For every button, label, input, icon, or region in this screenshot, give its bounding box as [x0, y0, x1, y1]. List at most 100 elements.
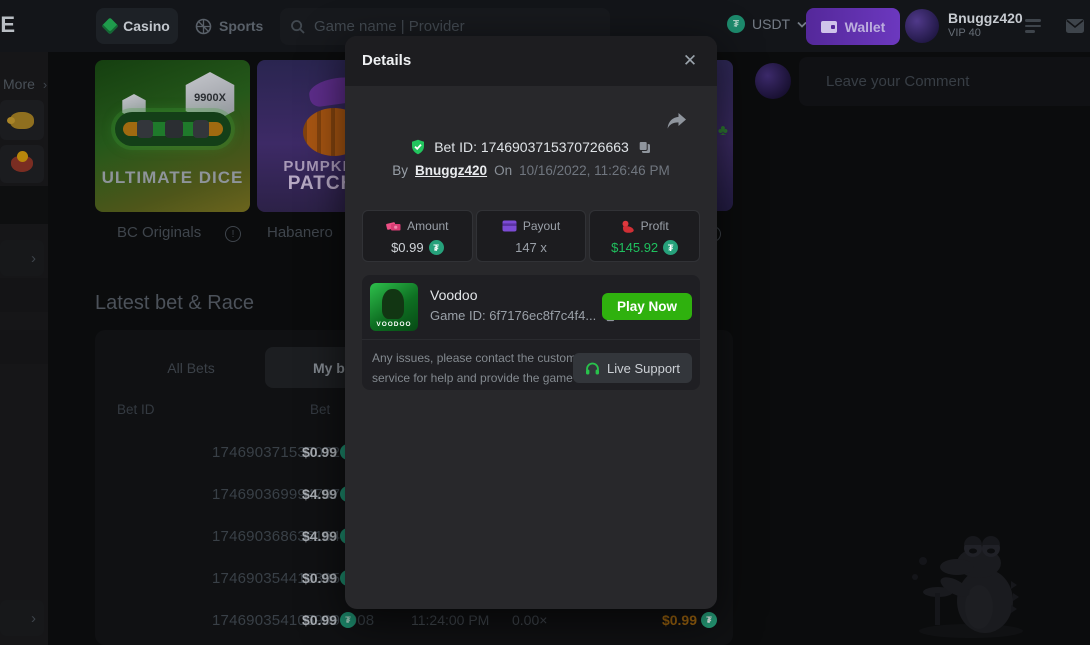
- cash-icon: [386, 220, 401, 232]
- bet-id-row: Bet ID: 1746903715370726663: [345, 139, 717, 155]
- profile-menu[interactable]: Bnuggz420 VIP 40: [905, 9, 1023, 43]
- support-line-2: service for help and provide the game ID…: [372, 369, 591, 389]
- play-now-button[interactable]: Play Now: [602, 293, 692, 320]
- username: Bnuggz420: [948, 9, 1023, 27]
- copy-icon: [637, 140, 652, 155]
- card-icon: [502, 220, 517, 232]
- stat-value: $0.99: [391, 240, 424, 255]
- bet-profit-cell: $0.99: [620, 612, 697, 628]
- currency-label: USDT: [752, 16, 790, 32]
- bet-amount-cell: $0.99: [240, 612, 337, 628]
- close-icon[interactable]: ✕: [678, 49, 702, 73]
- sidebar-divider: [0, 278, 48, 312]
- game-id-row: Game ID: 6f7176ec8f7c4f4...: [430, 308, 616, 323]
- stat-label: Profit: [641, 219, 669, 233]
- headphones-icon: [585, 362, 600, 375]
- wallet-label: Wallet: [845, 19, 886, 35]
- sidebar-panel: [0, 186, 48, 224]
- bet-time-cell: 11:24:00 PM: [411, 612, 489, 628]
- game-name: Voodoo: [430, 287, 478, 303]
- game-thumbnail[interactable]: VOODOO: [370, 283, 418, 331]
- tether-coin-icon: ₮: [429, 240, 444, 255]
- copy-bet-id-button[interactable]: [637, 140, 652, 155]
- tab-sports[interactable]: Sports: [195, 8, 263, 44]
- wallet-button[interactable]: Wallet: [806, 8, 900, 45]
- by-label: By: [392, 163, 408, 178]
- vip-badge: VIP 40: [948, 27, 1023, 39]
- thumbnail-label: VOODOO: [370, 321, 418, 328]
- live-support-label: Live Support: [607, 361, 680, 376]
- messages-button[interactable]: [1062, 10, 1088, 42]
- game-info-box: VOODOO Voodoo Game ID: 6f7176ec8f7c4f4..…: [362, 275, 700, 390]
- site-logo: ME: [0, 12, 16, 38]
- byline: By Bnuggz420 On 10/16/2022, 11:26:46 PM: [345, 163, 717, 178]
- voodoo-figure-graphic: [382, 289, 404, 319]
- tether-coin-icon: ₮: [663, 240, 678, 255]
- column-header-bet-id: Bet ID: [117, 402, 155, 417]
- chevron-right-icon: ›: [43, 77, 47, 92]
- mail-icon: [1065, 18, 1085, 34]
- bet-multiplier-cell: 0.00×: [512, 612, 547, 628]
- provider-label: Habanero: [267, 224, 333, 241]
- bet-amount-cell: $0.99: [240, 444, 337, 460]
- wallet-icon: [821, 21, 837, 33]
- stat-profit: Profit $145.92 ₮: [589, 210, 700, 262]
- sidebar: [0, 52, 48, 645]
- sports-label: Sports: [219, 18, 263, 34]
- currency-selector[interactable]: ₮ USDT: [727, 15, 807, 33]
- support-line-1: Any issues, please contact the customer: [372, 349, 591, 369]
- more-label: More: [3, 76, 35, 92]
- stat-value: 147 x: [515, 240, 547, 255]
- sidebar-more-link[interactable]: More ›: [3, 76, 47, 92]
- bet-amount-cell: $0.99: [240, 570, 337, 586]
- game-title: ULTIMATE DICE: [95, 168, 250, 188]
- share-icon: [665, 112, 687, 130]
- tab-casino[interactable]: Casino: [96, 8, 178, 44]
- tab-all-bets[interactable]: All Bets: [117, 347, 265, 388]
- info-icon[interactable]: !: [225, 226, 241, 242]
- stat-label: Payout: [523, 219, 560, 233]
- bet-amount-cell: $4.99: [240, 528, 337, 544]
- tether-coin-icon: ₮: [701, 612, 717, 628]
- page: ME Casino Sports ₮ USDT: [0, 0, 1090, 645]
- sidebar-divider: [0, 330, 48, 364]
- username-link[interactable]: Bnuggz420: [415, 163, 487, 178]
- bet-amount-cell: $4.99: [240, 486, 337, 502]
- basketball-icon: [195, 18, 212, 35]
- stat-payout: Payout 147 x: [476, 210, 587, 262]
- share-button[interactable]: [665, 112, 687, 135]
- tether-coin-icon: ₮: [340, 612, 356, 628]
- details-modal: Details ✕ Bet ID: 1746903715370726663 By: [345, 36, 717, 609]
- coins-icon: [621, 220, 635, 233]
- sidebar-promo-piggy[interactable]: [0, 100, 44, 140]
- game-card-ultimate-dice[interactable]: 9900X ULTIMATE DICE: [95, 60, 250, 212]
- casino-diamond-icon: [102, 18, 119, 35]
- dice-slider-graphic: [115, 112, 231, 146]
- comment-avatar: [755, 63, 791, 99]
- provider-label: BC Originals: [117, 224, 201, 241]
- divider: [362, 339, 700, 340]
- bet-list-icon: [1025, 16, 1041, 36]
- sidebar-expand-bottom-button[interactable]: ›: [0, 600, 44, 636]
- table-row[interactable]: 1746903541059099008 $0.99 ₮ 11:24:00 PM …: [95, 612, 733, 636]
- bet-list-button[interactable]: [1020, 10, 1046, 42]
- search-icon: [290, 19, 306, 35]
- stats-row: Amount $0.99 ₮ Payout 147 x: [362, 210, 700, 262]
- live-support-button[interactable]: Live Support: [573, 353, 692, 383]
- game-id-text: Game ID: 6f7176ec8f7c4f4...: [430, 308, 596, 323]
- stat-label: Amount: [407, 219, 448, 233]
- sidebar-promo-coin[interactable]: [0, 145, 44, 183]
- latest-bet-heading: Latest bet & Race: [95, 292, 254, 315]
- crocodile-mascot-illustration: [893, 523, 1053, 641]
- sidebar-expand-button[interactable]: ›: [0, 240, 44, 276]
- bet-datetime: 10/16/2022, 11:26:46 PM: [519, 163, 670, 178]
- comment-input[interactable]: [799, 57, 1090, 106]
- casino-label: Casino: [123, 18, 170, 34]
- verified-shield-icon: [410, 139, 426, 155]
- clover-icon: ♣: [718, 122, 728, 139]
- modal-header: Details ✕: [345, 36, 717, 86]
- search-input[interactable]: [314, 18, 600, 35]
- modal-title: Details: [362, 52, 411, 69]
- stat-value: $145.92: [611, 240, 658, 255]
- column-header-bet: Bet: [310, 402, 330, 417]
